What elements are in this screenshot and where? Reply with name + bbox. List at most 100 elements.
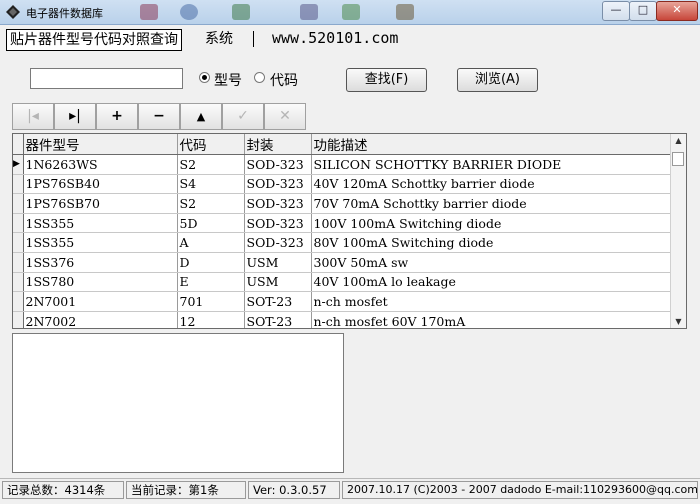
taskbar-ghost-icon xyxy=(342,4,360,20)
cell-package[interactable]: SOT-23 xyxy=(244,291,312,312)
description-memo[interactable] xyxy=(12,333,344,473)
cell-package[interactable]: SOT-23 xyxy=(244,311,312,328)
cell-package[interactable]: SOD-323 xyxy=(244,232,312,253)
status-version: Ver: 0.3.0.57 xyxy=(248,481,340,499)
browse-button[interactable]: 浏览(A) xyxy=(457,68,538,92)
cell-package[interactable]: SOD-323 xyxy=(244,154,312,175)
table-row[interactable]: 1PS76SB70 S2 SOD-323 70V 70mA Schottky barr… xyxy=(13,193,674,214)
scroll-thumb[interactable] xyxy=(672,152,684,166)
parts-table: 器件型号 代码 封装 功能描述 ▶ 1N6263WS S2 SOD-323 SILICO… xyxy=(13,134,674,328)
cell-package[interactable]: USM xyxy=(244,272,312,293)
row-indicator xyxy=(13,193,24,214)
cell-description[interactable]: 300V 50mA sw xyxy=(311,252,674,273)
cell-model[interactable]: 2N7001 xyxy=(23,291,178,312)
radio-model[interactable] xyxy=(199,72,210,83)
close-button[interactable]: ✕ xyxy=(656,1,698,21)
status-current: 当前记录：第1条 xyxy=(126,481,246,499)
cell-code[interactable]: 701 xyxy=(177,291,245,312)
grid-scrollbar[interactable]: ▲ ▼ xyxy=(670,134,686,328)
row-indicator xyxy=(13,291,24,312)
cell-description[interactable]: n-ch mosfet xyxy=(311,291,674,312)
radio-code[interactable] xyxy=(254,72,265,83)
radio-model-label: 型号 xyxy=(214,73,242,89)
cell-code[interactable]: S4 xyxy=(177,174,245,195)
cell-code[interactable]: E xyxy=(177,272,245,293)
indicator-header xyxy=(13,134,24,155)
table-row[interactable]: 2N7002 12 SOT-23 n-ch mosfet 60V 170mA xyxy=(13,311,674,328)
row-indicator: ▶ xyxy=(13,154,24,175)
post-icon[interactable]: ✓ xyxy=(222,103,264,130)
cell-code[interactable]: 5D xyxy=(177,213,245,234)
taskbar-ghost-icon xyxy=(140,4,158,20)
row-indicator xyxy=(13,213,24,234)
taskbar-ghost-icon xyxy=(396,4,414,20)
status-total: 记录总数：4314条 xyxy=(2,481,124,499)
table-row[interactable]: 1SS780 E USM 40V 100mA lo leakage xyxy=(13,272,674,293)
edit-icon[interactable]: ▲ xyxy=(180,103,222,130)
tab-smd-lookup[interactable]: 贴片器件型号代码对照查询 xyxy=(6,29,182,51)
cell-description[interactable]: 100V 100mA Switching diode xyxy=(311,213,674,234)
cell-package[interactable]: SOD-323 xyxy=(244,174,312,195)
cell-description[interactable]: 40V 120mA Schottky barrier diode xyxy=(311,174,674,195)
cancel-icon[interactable]: ✕ xyxy=(264,103,306,130)
cell-code[interactable]: D xyxy=(177,252,245,273)
cell-description[interactable]: SILICON SCHOTTKY BARRIER DIODE xyxy=(311,154,674,175)
row-indicator xyxy=(13,272,24,293)
parts-grid[interactable]: 器件型号 代码 封装 功能描述 ▶ 1N6263WS S2 SOD-323 SILICO… xyxy=(12,133,687,329)
column-header[interactable]: 代码 xyxy=(177,134,245,155)
cell-code[interactable]: 12 xyxy=(177,311,245,328)
table-row[interactable]: 1PS76SB40 S4 SOD-323 40V 120mA Schottky bar… xyxy=(13,174,674,195)
cell-description[interactable]: 80V 100mA Switching diode xyxy=(311,232,674,253)
scroll-up-icon[interactable]: ▲ xyxy=(671,136,686,145)
table-row[interactable]: 2N7001 701 SOT-23 n-ch mosfet xyxy=(13,291,674,312)
table-row[interactable]: 1SS355 A SOD-323 80V 100mA Switching diode xyxy=(13,232,674,253)
cell-code[interactable]: A xyxy=(177,232,245,253)
last-record-icon[interactable]: ▸| xyxy=(54,103,96,130)
title-bar: 电子器件数据库 — □ ✕ xyxy=(0,0,700,25)
cell-package[interactable]: USM xyxy=(244,252,312,273)
cell-code[interactable]: S2 xyxy=(177,154,245,175)
radio-code-label: 代码 xyxy=(270,73,298,89)
table-row[interactable]: ▶ 1N6263WS S2 SOD-323 SILICON SCHOTTKY BARRI… xyxy=(13,154,674,175)
insert-icon[interactable]: + xyxy=(96,103,138,130)
search-input[interactable] xyxy=(30,68,183,89)
cell-package[interactable]: SOD-323 xyxy=(244,213,312,234)
window-title: 电子器件数据库 xyxy=(26,7,103,20)
first-record-icon[interactable]: |◂ xyxy=(12,103,54,130)
taskbar-ghost-icon xyxy=(180,4,198,20)
minimize-button[interactable]: — xyxy=(602,1,630,21)
cell-model[interactable]: 1SS355 xyxy=(23,213,178,234)
scroll-down-icon[interactable]: ▼ xyxy=(671,317,686,326)
column-header[interactable]: 器件型号 xyxy=(23,134,178,155)
website-label: www.520101.com xyxy=(272,29,399,47)
taskbar-ghost-icon xyxy=(232,4,250,20)
cell-package[interactable]: SOD-323 xyxy=(244,193,312,214)
row-indicator xyxy=(13,232,24,253)
cell-model[interactable]: 1SS780 xyxy=(23,272,178,293)
taskbar-ghost-icon xyxy=(300,4,318,20)
cell-model[interactable]: 1N6263WS xyxy=(23,154,178,175)
cell-model[interactable]: 2N7002 xyxy=(23,311,178,328)
cell-description[interactable]: 40V 100mA lo leakage xyxy=(311,272,674,293)
table-row[interactable]: 1SS376 D USM 300V 50mA sw xyxy=(13,252,674,273)
app-icon xyxy=(6,5,20,19)
delete-icon[interactable]: − xyxy=(138,103,180,130)
cell-description[interactable]: n-ch mosfet 60V 170mA xyxy=(311,311,674,328)
row-indicator xyxy=(13,311,24,328)
cell-model[interactable]: 1SS355 xyxy=(23,232,178,253)
tab-system[interactable]: 系统 xyxy=(202,29,236,49)
header-row: 器件型号 代码 封装 功能描述 xyxy=(13,134,674,155)
row-indicator xyxy=(13,252,24,273)
cell-model[interactable]: 1SS376 xyxy=(23,252,178,273)
find-button[interactable]: 查找(F) xyxy=(346,68,427,92)
tab-divider xyxy=(253,31,254,47)
cell-description[interactable]: 70V 70mA Schottky barrier diode xyxy=(311,193,674,214)
cell-code[interactable]: S2 xyxy=(177,193,245,214)
status-copyright: 2007.10.17 (C)2003 - 2007 dadodo E-mail:… xyxy=(342,481,698,499)
table-row[interactable]: 1SS355 5D SOD-323 100V 100mA Switching diod… xyxy=(13,213,674,234)
column-header[interactable]: 功能描述 xyxy=(311,134,674,155)
cell-model[interactable]: 1PS76SB70 xyxy=(23,193,178,214)
maximize-button[interactable]: □ xyxy=(629,1,657,21)
column-header[interactable]: 封装 xyxy=(244,134,312,155)
cell-model[interactable]: 1PS76SB40 xyxy=(23,174,178,195)
